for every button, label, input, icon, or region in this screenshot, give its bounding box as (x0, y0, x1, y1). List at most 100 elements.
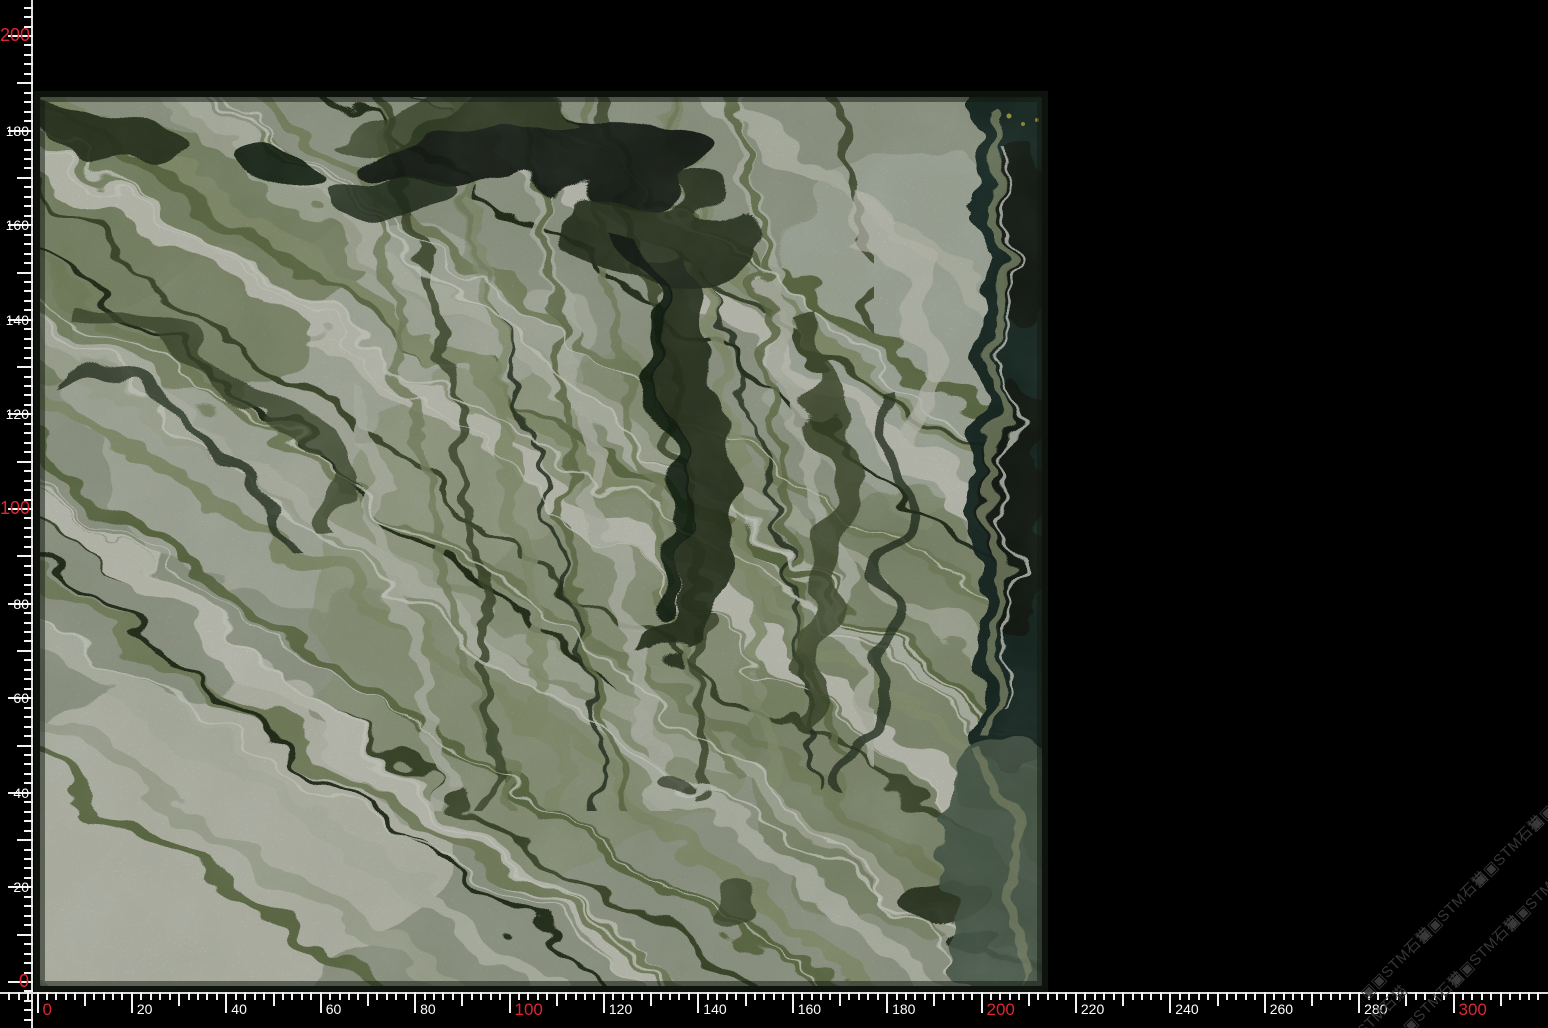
h-tick (263, 992, 265, 1000)
v-tick (24, 867, 33, 869)
v-tick (17, 555, 33, 557)
v-tick (24, 858, 33, 860)
v-ruler-label: 20 (0, 879, 29, 895)
v-tick (24, 962, 33, 964)
h-tick (584, 992, 586, 1000)
h-tick (518, 992, 520, 1000)
v-tick (24, 480, 33, 482)
h-tick (8, 992, 10, 1000)
h-tick (46, 992, 48, 1000)
v-tick (24, 669, 33, 671)
v-tick (24, 7, 33, 9)
h-tick (1235, 992, 1237, 1000)
h-tick (150, 992, 152, 1000)
v-tick (24, 205, 33, 207)
v-tick (24, 111, 33, 113)
v-ruler-label: 200 (0, 25, 29, 46)
h-tick (546, 992, 548, 1000)
h-tick (754, 992, 756, 1000)
h-tick (197, 992, 199, 1000)
v-tick (24, 92, 33, 94)
v-tick (17, 82, 33, 84)
h-tick (1217, 992, 1219, 1006)
h-tick (1339, 992, 1341, 1000)
v-tick (24, 158, 33, 160)
v-tick (24, 896, 33, 898)
v-tick (24, 63, 33, 65)
h-tick (650, 992, 652, 1006)
h-tick (820, 992, 822, 1000)
h-tick (1490, 992, 1492, 1000)
v-tick (24, 707, 33, 709)
h-tick (933, 992, 935, 1006)
h-ruler-label: 140 (703, 1001, 726, 1017)
h-tick (310, 992, 312, 1000)
v-ruler-label: 0 (0, 971, 29, 992)
h-tick (1094, 992, 1096, 1000)
h-tick (527, 992, 529, 1000)
h-tick (376, 992, 378, 1000)
v-tick (24, 385, 33, 387)
v-tick (24, 820, 33, 822)
h-tick (254, 992, 256, 1000)
h-tick (631, 992, 633, 1000)
h-tick (905, 992, 907, 1000)
v-tick (24, 546, 33, 548)
v-tick (24, 943, 33, 945)
v-tick (24, 149, 33, 151)
v-ruler-label: 100 (0, 498, 29, 519)
v-tick (24, 347, 33, 349)
h-tick (1301, 992, 1303, 1000)
watermark-text: ▣▣STM石猫 (1523, 754, 1548, 835)
h-tick (792, 992, 794, 1013)
v-tick (24, 54, 33, 56)
v-tick (24, 73, 33, 75)
h-tick (301, 992, 303, 1000)
h-tick (1188, 992, 1190, 1000)
h-tick (688, 992, 690, 1000)
h-tick (433, 992, 435, 1000)
v-tick (24, 612, 33, 614)
h-tick (55, 992, 57, 1000)
v-tick (24, 924, 33, 926)
h-tick (896, 992, 898, 1000)
h-tick (990, 992, 992, 1000)
v-ruler-label: 40 (0, 785, 29, 801)
v-tick (24, 167, 33, 169)
h-tick (471, 992, 473, 1000)
h-ruler-label: 180 (892, 1001, 915, 1017)
h-tick (74, 992, 76, 1000)
h-tick (159, 992, 161, 1000)
v-tick (24, 527, 33, 529)
h-tick (1330, 992, 1332, 1000)
h-ruler-label: 20 (137, 1001, 153, 1017)
h-tick (206, 992, 208, 1000)
v-tick (24, 915, 33, 917)
h-tick (867, 992, 869, 1000)
v-tick (24, 442, 33, 444)
v-tick (24, 186, 33, 188)
h-tick (1349, 992, 1351, 1000)
v-tick (24, 953, 33, 955)
h-tick (348, 992, 350, 1000)
h-tick (1273, 992, 1275, 1000)
h-tick (999, 992, 1001, 1000)
h-tick (1047, 992, 1049, 1000)
v-ruler-label: 120 (0, 406, 29, 422)
h-ruler-label: 120 (609, 1001, 632, 1017)
v-tick (24, 253, 33, 255)
h-tick (1122, 992, 1124, 1006)
h-tick (395, 992, 397, 1000)
h-tick (1113, 992, 1115, 1000)
v-ruler-label: 60 (0, 690, 29, 706)
h-tick (188, 992, 190, 1000)
h-tick (1245, 992, 1247, 1000)
h-tick (1009, 992, 1011, 1000)
slab-measurement-viewer: 020406080100120140160180200 020406080100… (0, 0, 1548, 1028)
h-tick (1169, 992, 1171, 1013)
h-tick (603, 992, 605, 1013)
vertical-ruler-line (31, 0, 33, 1028)
h-tick (1132, 992, 1134, 1000)
h-tick (735, 992, 737, 1000)
v-tick (24, 243, 33, 245)
